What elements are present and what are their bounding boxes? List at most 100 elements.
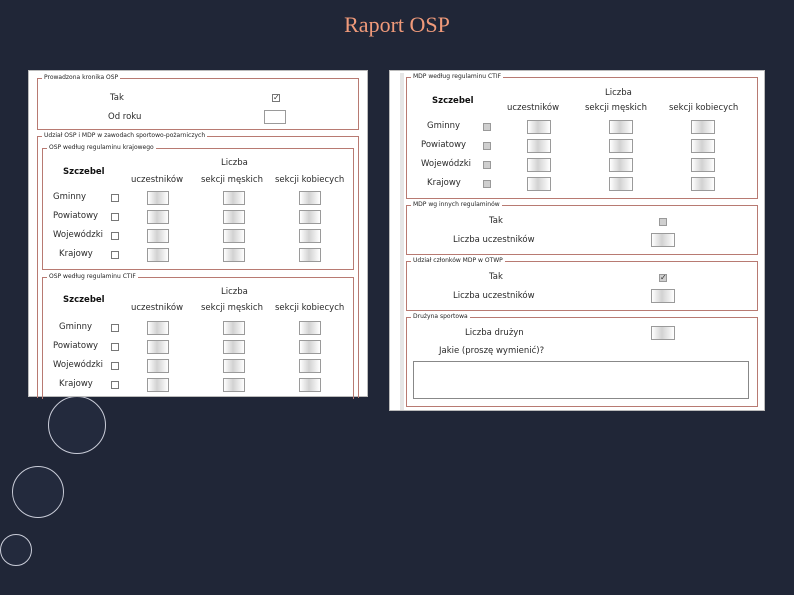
otwp-liczba-label: Liczba uczestników [453,291,535,301]
otwp-legend: Udział członków MDP w OTWP [411,257,505,265]
header-szczebel: Szczebel [63,295,105,305]
powiatowy-meskich-input[interactable] [609,139,633,153]
osp-ctif-fieldset: OSP według regulaminu CTIF Szczebel Licz… [42,273,354,399]
gminny-checkbox[interactable] [111,194,119,202]
powiatowy-kobiecych-input[interactable] [299,210,321,224]
liczba-druzyn-input[interactable] [651,326,675,340]
krajowy-uczestnikow-input[interactable] [527,177,551,191]
header-szczebel: Szczebel [432,96,474,106]
gminny-kobiecych-input[interactable] [299,191,321,205]
left-form-screenshot: Prowadzona kronika OSP Tak ✓ Od roku Udz… [28,70,368,399]
row-label-wojewodzki: Wojewódzki [53,360,103,370]
row-label-krajowy: Krajowy [427,178,461,188]
gminny-kobiecych-input[interactable] [691,120,715,134]
right-form-screenshot: MDP według regulaminu CTIF Szczebel Licz… [389,70,765,411]
header-liczba: Liczba [221,158,248,168]
mdp-inne-liczba-label: Liczba uczestników [453,235,535,245]
wojewodzki-meskich-input[interactable] [223,229,245,243]
mdp-inne-tak-checkbox[interactable] [659,218,667,226]
powiatowy-checkbox[interactable] [111,343,119,351]
udzial-legend: Udział OSP i MDP w zawodach sportowo-poż… [42,132,208,140]
gminny-uczestnikow-input[interactable] [527,120,551,134]
krajowy-meskich-input[interactable] [223,378,245,392]
udzial-fieldset: Udział OSP i MDP w zawodach sportowo-poż… [37,132,359,399]
druzyna-legend: Drużyna sportowa [411,313,470,321]
gminny-uczestnikow-input[interactable] [147,321,169,335]
mdp-ctif-fieldset: MDP według regulaminu CTIF Szczebel Licz… [406,73,758,199]
header-uczestnikow: uczestników [131,175,184,185]
krajowy-uczestnikow-input[interactable] [147,248,169,262]
krajowy-kobiecych-input[interactable] [691,177,715,191]
powiatowy-uczestnikow-input[interactable] [147,340,169,354]
row-label-krajowy: Krajowy [59,249,93,259]
mdp-inne-tak-label: Tak [489,216,503,226]
header-sekcji-meskich: sekcji męskich [585,103,647,113]
od-roku-label: Od roku [108,112,142,122]
wojewodzki-meskich-input[interactable] [609,158,633,172]
krajowy-uczestnikow-input[interactable] [147,378,169,392]
osp-ctif-legend: OSP według regulaminu CTIF [47,273,138,281]
wojewodzki-checkbox[interactable] [483,161,491,169]
wojewodzki-kobiecych-input[interactable] [299,359,321,373]
krajowy-meskich-input[interactable] [223,248,245,262]
gminny-kobiecych-input[interactable] [299,321,321,335]
mdp-inne-liczba-input[interactable] [651,233,675,247]
druzyna-fieldset: Drużyna sportowa Liczba drużyn Jakie (pr… [406,313,758,407]
wojewodzki-uczestnikow-input[interactable] [527,158,551,172]
header-sekcji-kobiecych: sekcji kobiecych [669,103,739,113]
row-label-powiatowy: Powiatowy [421,140,467,150]
wojewodzki-meskich-input[interactable] [223,359,245,373]
row-label-gminny: Gminny [427,121,461,131]
gminny-meskich-input[interactable] [223,191,245,205]
wojewodzki-uczestnikow-input[interactable] [147,359,169,373]
row-label-gminny: Gminny [53,192,87,202]
jakie-textarea[interactable] [413,361,749,399]
otwp-tak-checkbox[interactable]: ✓ [659,274,667,282]
header-sekcji-kobiecych: sekcji kobiecych [275,175,345,185]
gminny-uczestnikow-input[interactable] [147,191,169,205]
powiatowy-kobiecych-input[interactable] [691,139,715,153]
wojewodzki-uczestnikow-input[interactable] [147,229,169,243]
powiatowy-meskich-input[interactable] [223,210,245,224]
row-label-krajowy: Krajowy [59,379,93,389]
kronika-tak-checkbox[interactable]: ✓ [272,94,280,102]
krajowy-kobiecych-input[interactable] [299,378,321,392]
row-label-powiatowy: Powiatowy [53,341,99,351]
header-uczestnikow: uczestników [507,103,560,113]
otwp-liczba-input[interactable] [651,289,675,303]
gminny-checkbox[interactable] [483,123,491,131]
krajowy-checkbox[interactable] [111,251,119,259]
mdp-inne-legend: MDP wg innych regulaminów [411,201,502,209]
powiatowy-checkbox[interactable] [483,142,491,150]
decorative-circle-medium [12,466,64,518]
gminny-checkbox[interactable] [111,324,119,332]
gminny-meskich-input[interactable] [609,120,633,134]
mdp-inne-fieldset: MDP wg innych regulaminów Tak Liczba ucz… [406,201,758,255]
wojewodzki-checkbox[interactable] [111,232,119,240]
header-liczba: Liczba [605,88,632,98]
wojewodzki-kobiecych-input[interactable] [691,158,715,172]
header-sekcji-meskich: sekcji męskich [201,303,263,313]
row-label-wojewodzki: Wojewódzki [53,230,103,240]
row-label-gminny: Gminny [59,322,93,332]
wojewodzki-kobiecych-input[interactable] [299,229,321,243]
slide-title: Raport OSP [344,12,450,37]
scrollbar[interactable] [400,73,404,410]
gminny-meskich-input[interactable] [223,321,245,335]
header-sekcji-kobiecych: sekcji kobiecych [275,303,345,313]
wojewodzki-checkbox[interactable] [111,362,119,370]
otwp-tak-label: Tak [489,272,503,282]
otwp-fieldset: Udział członków MDP w OTWP Tak ✓ Liczba … [406,257,758,311]
powiatowy-uczestnikow-input[interactable] [527,139,551,153]
krajowy-checkbox[interactable] [483,180,491,188]
powiatowy-checkbox[interactable] [111,213,119,221]
powiatowy-uczestnikow-input[interactable] [147,210,169,224]
jakie-label: Jakie (proszę wymienić)? [439,346,545,356]
krajowy-meskich-input[interactable] [609,177,633,191]
krajowy-checkbox[interactable] [111,381,119,389]
kronika-fieldset: Prowadzona kronika OSP Tak ✓ Od roku [37,74,359,130]
powiatowy-kobiecych-input[interactable] [299,340,321,354]
powiatowy-meskich-input[interactable] [223,340,245,354]
od-roku-input[interactable] [264,110,286,124]
krajowy-kobiecych-input[interactable] [299,248,321,262]
